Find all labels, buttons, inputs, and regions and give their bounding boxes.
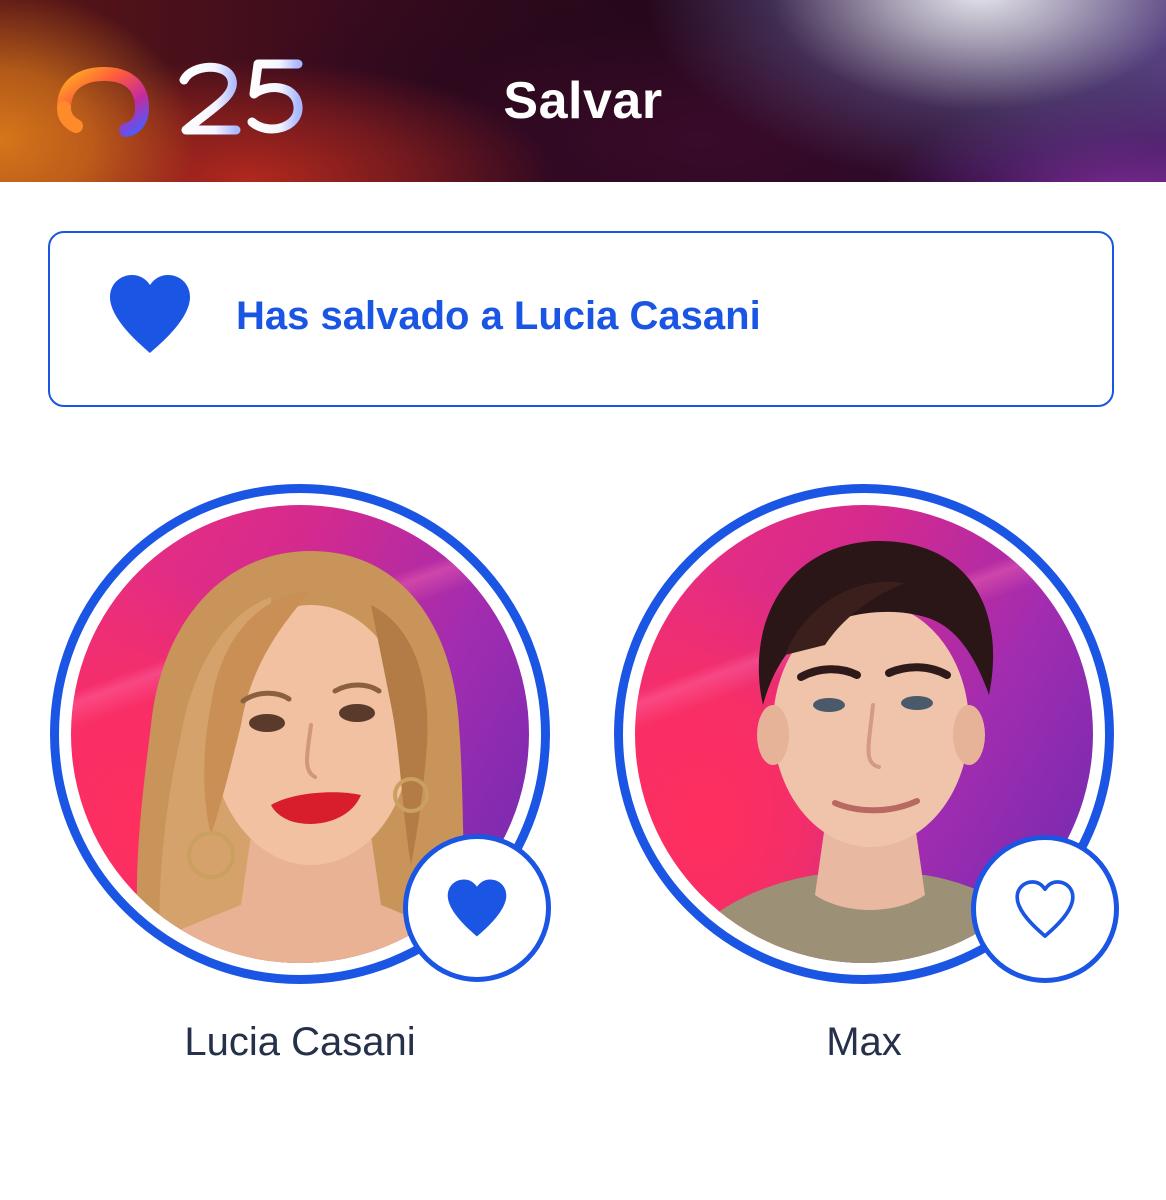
save-confirmation-message: Has salvado a Lucia Casani bbox=[236, 294, 761, 338]
page-title: Salvar bbox=[503, 72, 663, 130]
contestant-name: Max bbox=[826, 1020, 902, 1064]
contestant-card-max[interactable]: Max bbox=[604, 484, 1124, 1084]
contestant-name: Lucia Casani bbox=[184, 1020, 416, 1064]
heart-filled-icon bbox=[447, 879, 507, 937]
contestant-card-lucia-casani[interactable]: Lucia Casani bbox=[40, 484, 560, 1084]
heart-outline-icon bbox=[1015, 880, 1075, 938]
ot25-logo bbox=[57, 59, 303, 139]
save-toggle-button[interactable] bbox=[403, 834, 551, 982]
heart-icon bbox=[110, 275, 190, 353]
save-toggle-button[interactable] bbox=[971, 835, 1119, 983]
save-confirmation-banner: Has salvado a Lucia Casani bbox=[48, 231, 1114, 407]
app-header: Salvar bbox=[0, 0, 1166, 182]
